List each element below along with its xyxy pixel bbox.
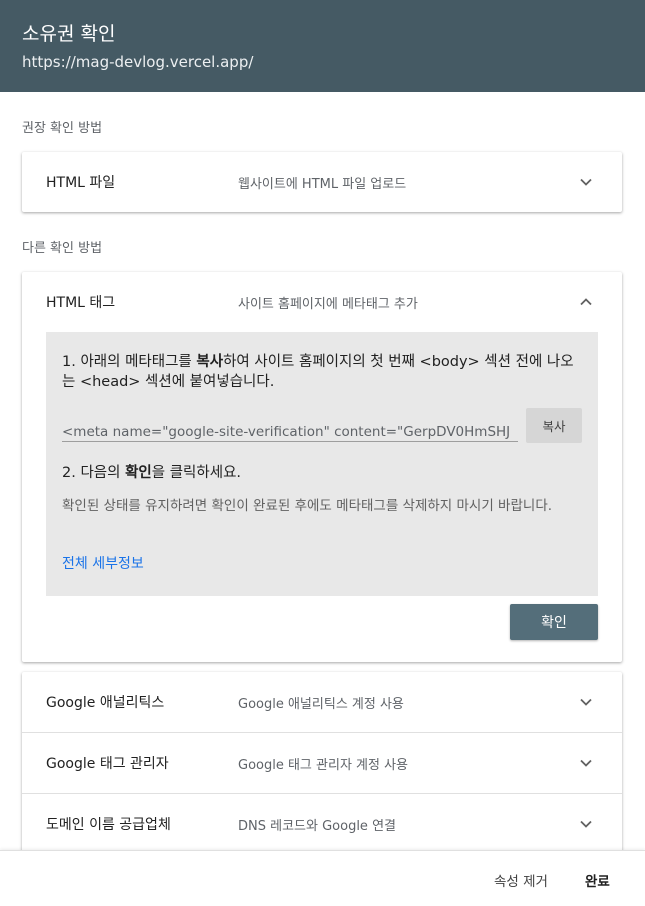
done-button[interactable]: 완료 <box>585 870 610 890</box>
dialog-title: 소유권 확인 <box>22 23 116 45</box>
method-name: 도메인 이름 공급업체 <box>46 817 171 833</box>
method-name: HTML 파일 <box>46 175 116 191</box>
method-row-domain-provider[interactable]: 도메인 이름 공급업체 DNS 레코드와 Google 연결 <box>22 794 622 850</box>
chevron-up-icon[interactable] <box>574 290 598 314</box>
dialog-content: 권장 확인 방법 HTML 파일 웹사이트에 HTML 파일 업로드 다른 확인… <box>0 92 645 850</box>
verify-button[interactable]: 확인 <box>510 604 598 640</box>
method-desc: 사이트 홈페이지에 메타태그 추가 <box>238 296 418 312</box>
recommended-method-card: HTML 파일 웹사이트에 HTML 파일 업로드 <box>22 152 622 212</box>
method-name: Google 태그 관리자 <box>46 756 169 772</box>
method-row-html-tag[interactable]: HTML 태그 사이트 홈페이지에 메타태그 추가 <box>22 272 622 332</box>
retention-note: 확인된 상태를 유지하려면 확인이 완료된 후에도 메타태그를 삭제하지 마시기… <box>62 498 553 514</box>
remove-property-button[interactable]: 속성 제거 <box>494 870 548 890</box>
property-url: https://mag-devlog.vercel.app/ <box>22 53 254 71</box>
method-row-html-file[interactable]: HTML 파일 웹사이트에 HTML 파일 업로드 <box>22 152 622 212</box>
chevron-down-icon[interactable] <box>574 170 598 194</box>
method-name: HTML 태그 <box>46 295 116 311</box>
method-desc: DNS 레코드와 Google 연결 <box>238 818 396 834</box>
meta-tag-field[interactable] <box>62 420 518 442</box>
other-methods-card: HTML 태그 사이트 홈페이지에 메타태그 추가 1. 아래의 메타태그를 복… <box>22 272 622 662</box>
meta-tag-row: 복사 <box>62 408 582 444</box>
method-desc: 웹사이트에 HTML 파일 업로드 <box>238 176 407 192</box>
method-desc: Google 태그 관리자 계정 사용 <box>238 757 409 773</box>
dialog-footer: 속성 제거 완료 <box>0 850 645 906</box>
chevron-down-icon[interactable] <box>574 690 598 714</box>
step-2-text: 2. 다음의 확인을 클릭하세요. <box>62 465 242 481</box>
recommended-section-label: 권장 확인 방법 <box>22 121 103 136</box>
chevron-down-icon[interactable] <box>574 751 598 775</box>
method-desc: Google 애널리틱스 계정 사용 <box>238 696 404 712</box>
method-name: Google 애널리틱스 <box>46 695 165 711</box>
copy-button[interactable]: 복사 <box>526 408 582 443</box>
method-row-google-analytics[interactable]: Google 애널리틱스 Google 애널리틱스 계정 사용 <box>22 672 622 732</box>
full-details-link[interactable]: 전체 세부정보 <box>62 553 144 573</box>
other-section-label: 다른 확인 방법 <box>22 241 103 256</box>
method-row-tag-manager[interactable]: Google 태그 관리자 Google 태그 관리자 계정 사용 <box>22 733 622 793</box>
other-methods-list: Google 애널리틱스 Google 애널리틱스 계정 사용 Google 태… <box>22 672 622 850</box>
html-tag-instructions: 1. 아래의 메타태그를 복사하여 사이트 홈페이지의 첫 번째 <body> … <box>46 332 598 596</box>
chevron-down-icon[interactable] <box>574 812 598 836</box>
confirm-area: 확인 <box>22 596 622 662</box>
dialog-header: 소유권 확인 https://mag-devlog.vercel.app/ <box>0 0 645 92</box>
step-1-text: 1. 아래의 메타태그를 복사하여 사이트 홈페이지의 첫 번째 <body> … <box>62 354 574 390</box>
